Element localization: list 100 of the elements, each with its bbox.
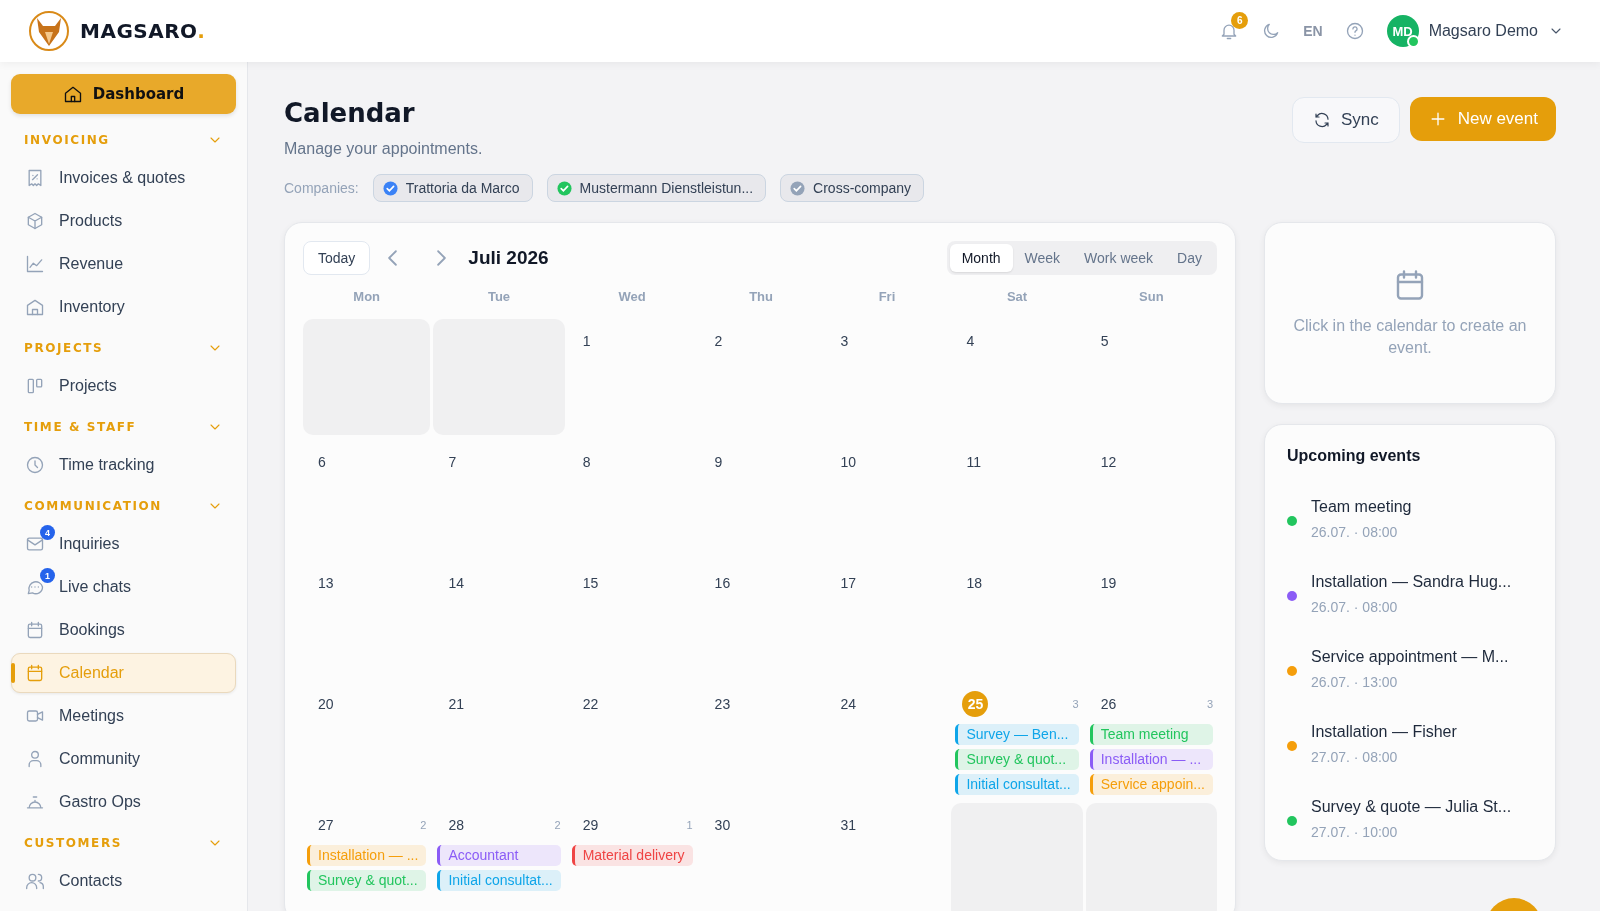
day-number[interactable]: 30 [714,817,731,833]
event-title[interactable]: Installation — Sandra Hug... [1311,573,1512,591]
today-button[interactable]: Today [303,241,371,275]
sidebar-item[interactable]: Contacts [11,861,236,901]
view-tab[interactable]: Week [1012,244,1073,272]
day-number[interactable]: 21 [448,696,464,712]
event-time: 27.07. · 10:00 [1311,824,1399,840]
notification-badge: 6 [1231,12,1249,29]
weekday-label: Wed [618,289,646,304]
line-chart-icon [25,254,45,274]
count-badge: 4 [40,525,55,540]
wolf-logo-icon [28,10,70,52]
day-number[interactable]: 2 [714,333,723,349]
event-title[interactable]: Team meeting [1311,498,1412,516]
event-count: 1 [686,819,693,831]
day-number[interactable]: 13 [318,575,334,591]
event-title[interactable]: Installation — Fisher [1311,723,1457,741]
day-number[interactable]: 3 [840,333,849,349]
event-chip[interactable]: Accountant [437,845,561,866]
day-number[interactable]: 29 [582,817,599,833]
day-number[interactable]: 26 [1100,696,1117,712]
day-number[interactable]: 24 [840,696,857,712]
day-number[interactable]: 18 [966,575,982,591]
day-number[interactable]: 7 [448,454,457,470]
company-chip[interactable]: Cross-company [780,174,925,202]
sidebar-item[interactable]: 4 Inquiries [11,524,236,564]
weekday-label: Thu [749,289,773,304]
sidebar-item[interactable]: Products [11,201,236,241]
day-number[interactable]: 27 [318,817,334,833]
columns-icon [25,376,45,396]
day-number[interactable]: 23 [714,696,731,712]
chevron-left-icon[interactable] [388,250,398,266]
sidebar-item[interactable]: Inventory [11,287,236,327]
day-number[interactable]: 16 [714,575,731,591]
clock-icon [25,455,45,475]
help-icon [1344,21,1365,41]
calendar-icon [25,663,45,683]
sidebar-item[interactable]: Time tracking [11,445,236,485]
day-number[interactable]: 4 [966,333,975,349]
user-name[interactable]: Magsaro Demo [1428,22,1538,40]
event-title[interactable]: Service appointment — M... [1311,648,1509,666]
event-time: 26.07. · 08:00 [1311,524,1399,540]
view-tab[interactable]: Day [1165,244,1214,272]
day-number[interactable]: 6 [318,454,326,470]
day-number[interactable]: 8 [582,454,591,470]
company-chip[interactable]: Mustermann Dienstleistun... [546,174,767,202]
page-subtitle: Manage your appointments. [284,140,484,158]
event-title[interactable]: Survey & quote — Julia St... [1311,798,1512,816]
sidebar-item[interactable]: Projects [11,366,236,406]
sidebar-item[interactable]: 1 Live chats [11,567,236,607]
weekday-label: Tue [487,289,511,304]
event-time: 26.07. · 08:00 [1311,599,1399,615]
sidebar-item[interactable]: Revenue [11,244,236,284]
day-number[interactable]: 31 [840,817,857,833]
house-icon [25,297,45,317]
weekday-label: Sat [1006,289,1028,304]
card-title: Upcoming events [1287,447,1422,465]
day-number[interactable]: 28 [448,817,464,833]
event-chip[interactable]: Installation — ... [1089,749,1213,770]
sidebar-item[interactable]: Bookings [11,610,236,650]
sync-button[interactable]: Sync [1291,97,1400,143]
people-icon [25,871,45,891]
day-number[interactable]: 9 [714,454,723,470]
day-number[interactable]: 11 [966,454,981,470]
weekday-label: Sun [1139,289,1164,304]
chevron-right-icon[interactable] [437,250,447,266]
dashboard-button[interactable]: Dashboard [11,74,236,114]
weekday-label: Fri [878,289,896,304]
day-number[interactable]: 17 [840,575,857,591]
day-number[interactable]: 19 [1100,575,1117,591]
event-count: 2 [554,819,561,831]
calendar-icon [25,620,45,640]
event-count: 3 [1072,698,1079,710]
sidebar-item[interactable]: Community [11,739,236,779]
month-title: Juli 2026 [468,247,549,269]
sidebar-item[interactable]: Meetings [11,696,236,736]
day-number[interactable]: 22 [582,696,599,712]
view-tab[interactable]: Month [949,244,1013,272]
weekday-label: Mon [353,289,381,304]
page-title: Calendar [284,98,416,128]
day-number[interactable]: 12 [1100,454,1117,470]
house-icon [62,84,83,104]
companies-label: Companies: [284,180,359,196]
brand-name: MAGSARO. [80,19,206,43]
event-count: 2 [420,819,427,831]
day-number[interactable]: 5 [1100,333,1109,349]
event-time: 26.07. · 13:00 [1311,674,1399,690]
sidebar-item[interactable]: Invoices & quotes [11,158,236,198]
cube-icon [25,211,45,231]
count-badge: 1 [40,568,55,583]
event-count: 3 [1206,698,1213,710]
day-number[interactable]: 14 [448,575,464,591]
view-tab[interactable]: Work week [1072,244,1166,272]
sidebar-item[interactable]: Gastro Ops [11,782,236,822]
day-number[interactable]: 20 [318,696,334,712]
day-number[interactable]: 15 [582,575,599,591]
day-number[interactable]: 10 [840,454,857,470]
company-chip[interactable]: Trattoria da Marco [372,174,533,202]
event-time: 27.07. · 08:00 [1311,749,1399,765]
day-number[interactable]: 1 [582,333,591,349]
